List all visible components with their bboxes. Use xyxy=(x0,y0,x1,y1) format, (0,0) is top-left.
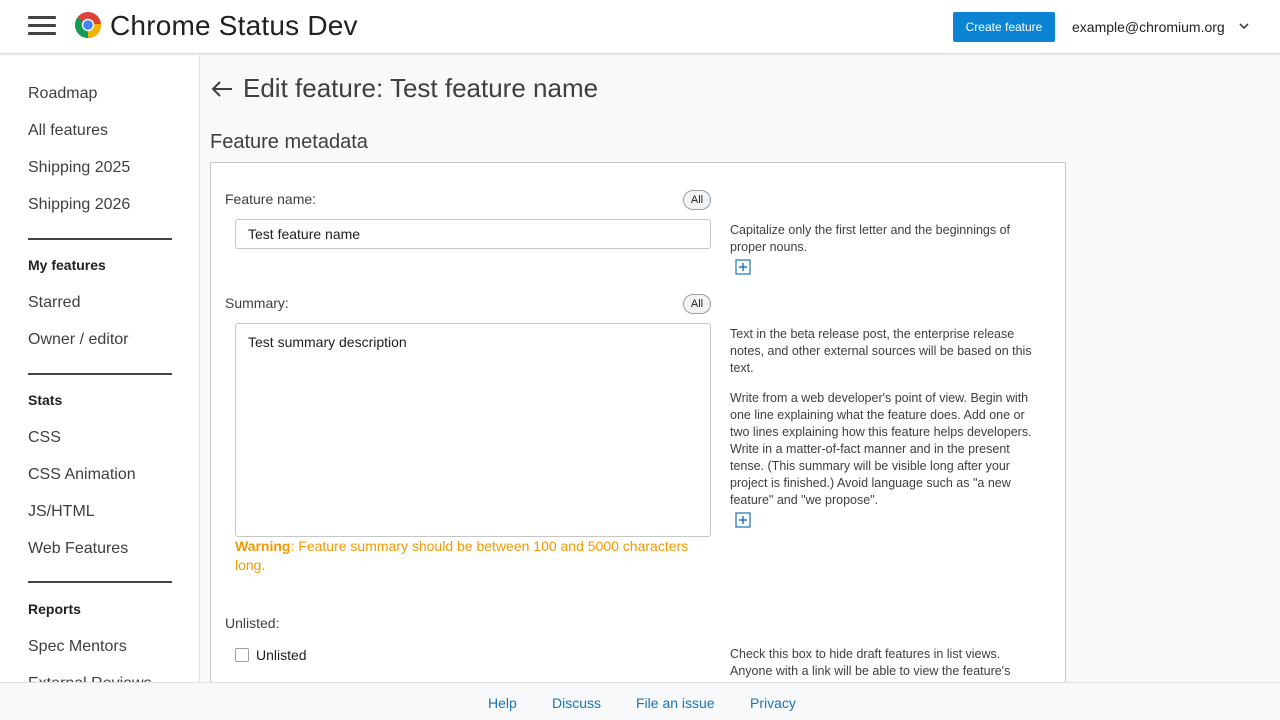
summary-textarea[interactable]: Test summary description xyxy=(235,323,711,537)
expand-plus-icon[interactable] xyxy=(735,259,751,275)
expand-plus-icon[interactable] xyxy=(735,512,751,528)
feature-name-all-button[interactable]: All xyxy=(683,190,711,210)
summary-warning: Warning: Feature summary should be betwe… xyxy=(235,537,711,575)
footer-link-privacy[interactable]: Privacy xyxy=(750,695,796,711)
create-feature-button[interactable]: Create feature xyxy=(953,12,1055,42)
chevron-down-icon[interactable] xyxy=(1238,20,1250,32)
back-arrow-icon[interactable] xyxy=(210,79,234,99)
sidebar-item-all-features[interactable]: All features xyxy=(28,122,108,140)
sidebar-item-css[interactable]: CSS xyxy=(28,429,61,447)
sidebar-heading-my-features: My features xyxy=(28,257,106,273)
warning-text: : Feature summary should be between 100 … xyxy=(235,538,689,573)
warning-prefix: Warning xyxy=(235,538,291,554)
sidebar-divider xyxy=(28,581,172,583)
footer-link-help[interactable]: Help xyxy=(488,695,517,711)
unlisted-checkbox-label[interactable]: Unlisted xyxy=(256,647,307,663)
sidebar-item-js-html[interactable]: JS/HTML xyxy=(28,503,95,521)
main-content: Edit feature: Test feature name Feature … xyxy=(200,55,1280,682)
sidebar-item-web-features[interactable]: Web Features xyxy=(28,540,128,558)
footer: Help Discuss File an issue Privacy xyxy=(0,682,1280,720)
hamburger-menu-icon[interactable] xyxy=(28,16,56,38)
sidebar-divider xyxy=(28,238,172,240)
summary-help-1: Text in the beta release post, the enter… xyxy=(730,327,1032,375)
feature-name-help: Capitalize only the first letter and the… xyxy=(730,223,1011,254)
feature-metadata-card: Feature name: All Capitalize only the fi… xyxy=(210,162,1066,682)
section-title: Feature metadata xyxy=(210,131,368,153)
page-title: Edit feature: Test feature name xyxy=(243,73,599,103)
sidebar: Roadmap All features Shipping 2025 Shipp… xyxy=(0,55,200,720)
sidebar-item-starred[interactable]: Starred xyxy=(28,294,80,312)
sidebar-item-spec-mentors[interactable]: Spec Mentors xyxy=(28,638,127,656)
sidebar-heading-stats: Stats xyxy=(28,392,63,408)
unlisted-checkbox[interactable] xyxy=(235,648,249,662)
unlisted-label: Unlisted: xyxy=(225,615,280,631)
sidebar-item-css-animation[interactable]: CSS Animation xyxy=(28,466,136,484)
feature-name-input[interactable] xyxy=(235,219,711,249)
sidebar-item-roadmap[interactable]: Roadmap xyxy=(28,85,97,103)
sidebar-item-shipping-2026[interactable]: Shipping 2026 xyxy=(28,196,130,214)
summary-all-button[interactable]: All xyxy=(683,294,711,314)
summary-help-2: Write from a web developer's point of vi… xyxy=(730,391,1032,507)
sidebar-heading-reports: Reports xyxy=(28,601,81,617)
unlisted-help: Check this box to hide draft features in… xyxy=(730,647,1011,682)
footer-link-file-an-issue[interactable]: File an issue xyxy=(636,695,715,711)
sidebar-item-shipping-2025[interactable]: Shipping 2025 xyxy=(28,159,130,177)
top-header: Chrome Status Dev Create feature example… xyxy=(0,0,1280,54)
user-email[interactable]: example@chromium.org xyxy=(1072,19,1225,35)
sidebar-item-owner-editor[interactable]: Owner / editor xyxy=(28,331,128,349)
summary-label: Summary: xyxy=(225,295,289,311)
app-title[interactable]: Chrome Status Dev xyxy=(110,10,358,42)
footer-link-discuss[interactable]: Discuss xyxy=(552,695,601,711)
sidebar-divider xyxy=(28,373,172,375)
feature-name-label: Feature name: xyxy=(225,191,317,207)
chrome-logo-icon[interactable] xyxy=(74,11,102,39)
